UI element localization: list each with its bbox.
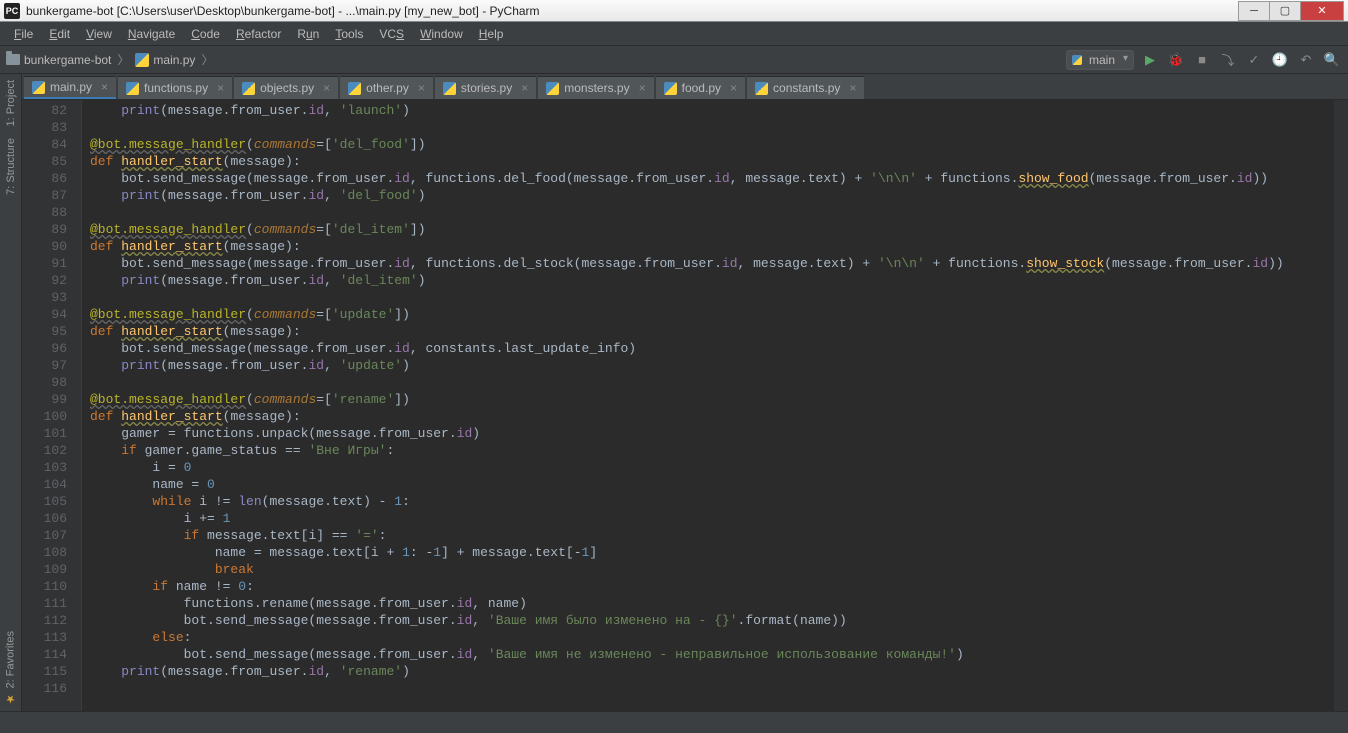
navbar: bunkergame-bot 〉 main.py 〉 main ▶ 🐞 ■ ⤵ … bbox=[0, 46, 1348, 74]
tab-label: functions.py bbox=[144, 81, 208, 95]
left-tool-stripe: 1: Project 7: Structure ★ 2: Favorites bbox=[0, 74, 22, 711]
python-file-icon bbox=[443, 82, 456, 95]
run-config-selector[interactable]: main bbox=[1066, 50, 1134, 70]
python-file-icon bbox=[546, 82, 559, 95]
menu-code[interactable]: Code bbox=[183, 25, 228, 43]
breadcrumb-file: main.py bbox=[153, 53, 195, 67]
editor-tab[interactable]: monsters.py × bbox=[538, 76, 653, 99]
menu-tools[interactable]: Tools bbox=[327, 25, 371, 43]
menu-navigate[interactable]: Navigate bbox=[120, 25, 183, 43]
tool-window-favorites[interactable]: ★ 2: Favorites bbox=[4, 625, 17, 711]
breadcrumb[interactable]: bunkergame-bot 〉 main.py 〉 bbox=[6, 51, 215, 68]
breadcrumb-project: bunkergame-bot bbox=[24, 53, 111, 67]
line-number-gutter: 8283848586878889909192939495969798991001… bbox=[22, 100, 82, 711]
editor-scrollbar-stripe[interactable] bbox=[1334, 100, 1348, 711]
tool-window-project[interactable]: 1: Project bbox=[5, 74, 17, 132]
menu-refactor[interactable]: Refactor bbox=[228, 25, 289, 43]
editor-tab[interactable]: food.py × bbox=[656, 76, 745, 99]
code-editor[interactable]: 8283848586878889909192939495969798991001… bbox=[22, 100, 1348, 711]
pycharm-icon: PC bbox=[4, 3, 20, 19]
editor-tab[interactable]: other.py × bbox=[340, 76, 433, 99]
window-close-button[interactable]: ✕ bbox=[1300, 1, 1344, 21]
vcs-commit-button[interactable]: ✓ bbox=[1244, 50, 1264, 70]
tool-window-structure[interactable]: 7: Structure bbox=[5, 132, 17, 201]
python-file-icon bbox=[242, 82, 255, 95]
tab-label: other.py bbox=[366, 81, 409, 95]
editor-tab[interactable]: constants.py × bbox=[747, 76, 864, 99]
code-content[interactable]: print(message.from_user.id, 'launch') @b… bbox=[82, 100, 1334, 711]
editor-tab[interactable]: functions.py × bbox=[118, 76, 232, 99]
folder-icon bbox=[6, 54, 20, 65]
tab-label: stories.py bbox=[461, 81, 512, 95]
tab-label: food.py bbox=[682, 81, 721, 95]
python-file-icon bbox=[348, 82, 361, 95]
stop-button[interactable]: ■ bbox=[1192, 50, 1212, 70]
close-icon[interactable]: × bbox=[217, 81, 224, 95]
chevron-right-icon: 〉 bbox=[117, 51, 129, 68]
run-button[interactable]: ▶ bbox=[1140, 50, 1160, 70]
close-icon[interactable]: × bbox=[323, 81, 330, 95]
editor-tabs: main.py×functions.py×objects.py×other.py… bbox=[22, 74, 1348, 100]
menubar: File Edit View Navigate Code Refactor Ru… bbox=[0, 22, 1348, 46]
tab-label: constants.py bbox=[773, 81, 840, 95]
editor-tab[interactable]: objects.py × bbox=[234, 76, 338, 99]
close-icon[interactable]: × bbox=[521, 81, 528, 95]
debug-button[interactable]: 🐞 bbox=[1166, 50, 1186, 70]
editor-tab[interactable]: stories.py × bbox=[435, 76, 536, 99]
vcs-revert-button[interactable]: ↶ bbox=[1296, 50, 1316, 70]
python-file-icon bbox=[664, 82, 677, 95]
python-file-icon bbox=[126, 82, 139, 95]
chevron-right-icon: 〉 bbox=[201, 51, 213, 68]
editor-tab[interactable]: main.py × bbox=[24, 76, 116, 99]
python-file-icon bbox=[755, 82, 768, 95]
window-minimize-button[interactable]: ─ bbox=[1238, 1, 1270, 21]
close-icon[interactable]: × bbox=[849, 81, 856, 95]
menu-view[interactable]: View bbox=[78, 25, 120, 43]
menu-window[interactable]: Window bbox=[412, 25, 471, 43]
vcs-history-button[interactable]: 🕘 bbox=[1270, 50, 1290, 70]
menu-help[interactable]: Help bbox=[471, 25, 512, 43]
python-file-icon bbox=[135, 53, 149, 67]
menu-vcs[interactable]: VCS bbox=[371, 25, 412, 43]
window-maximize-button[interactable]: ▢ bbox=[1269, 1, 1301, 21]
window-titlebar: PC bunkergame-bot [C:\Users\user\Desktop… bbox=[0, 0, 1348, 22]
tab-label: objects.py bbox=[260, 81, 314, 95]
close-icon[interactable]: × bbox=[639, 81, 646, 95]
menu-file[interactable]: File bbox=[6, 25, 41, 43]
python-file-icon bbox=[32, 81, 45, 94]
tab-label: main.py bbox=[50, 80, 92, 94]
close-icon[interactable]: × bbox=[101, 80, 108, 94]
close-icon[interactable]: × bbox=[418, 81, 425, 95]
menu-edit[interactable]: Edit bbox=[41, 25, 78, 43]
search-everywhere-button[interactable]: 🔍 bbox=[1322, 50, 1342, 70]
tab-label: monsters.py bbox=[564, 81, 629, 95]
menu-run[interactable]: Run bbox=[289, 25, 327, 43]
statusbar bbox=[0, 711, 1348, 733]
vcs-update-button[interactable]: ⤵ bbox=[1218, 50, 1238, 70]
close-icon[interactable]: × bbox=[730, 81, 737, 95]
window-title: bunkergame-bot [C:\Users\user\Desktop\bu… bbox=[26, 4, 1239, 18]
